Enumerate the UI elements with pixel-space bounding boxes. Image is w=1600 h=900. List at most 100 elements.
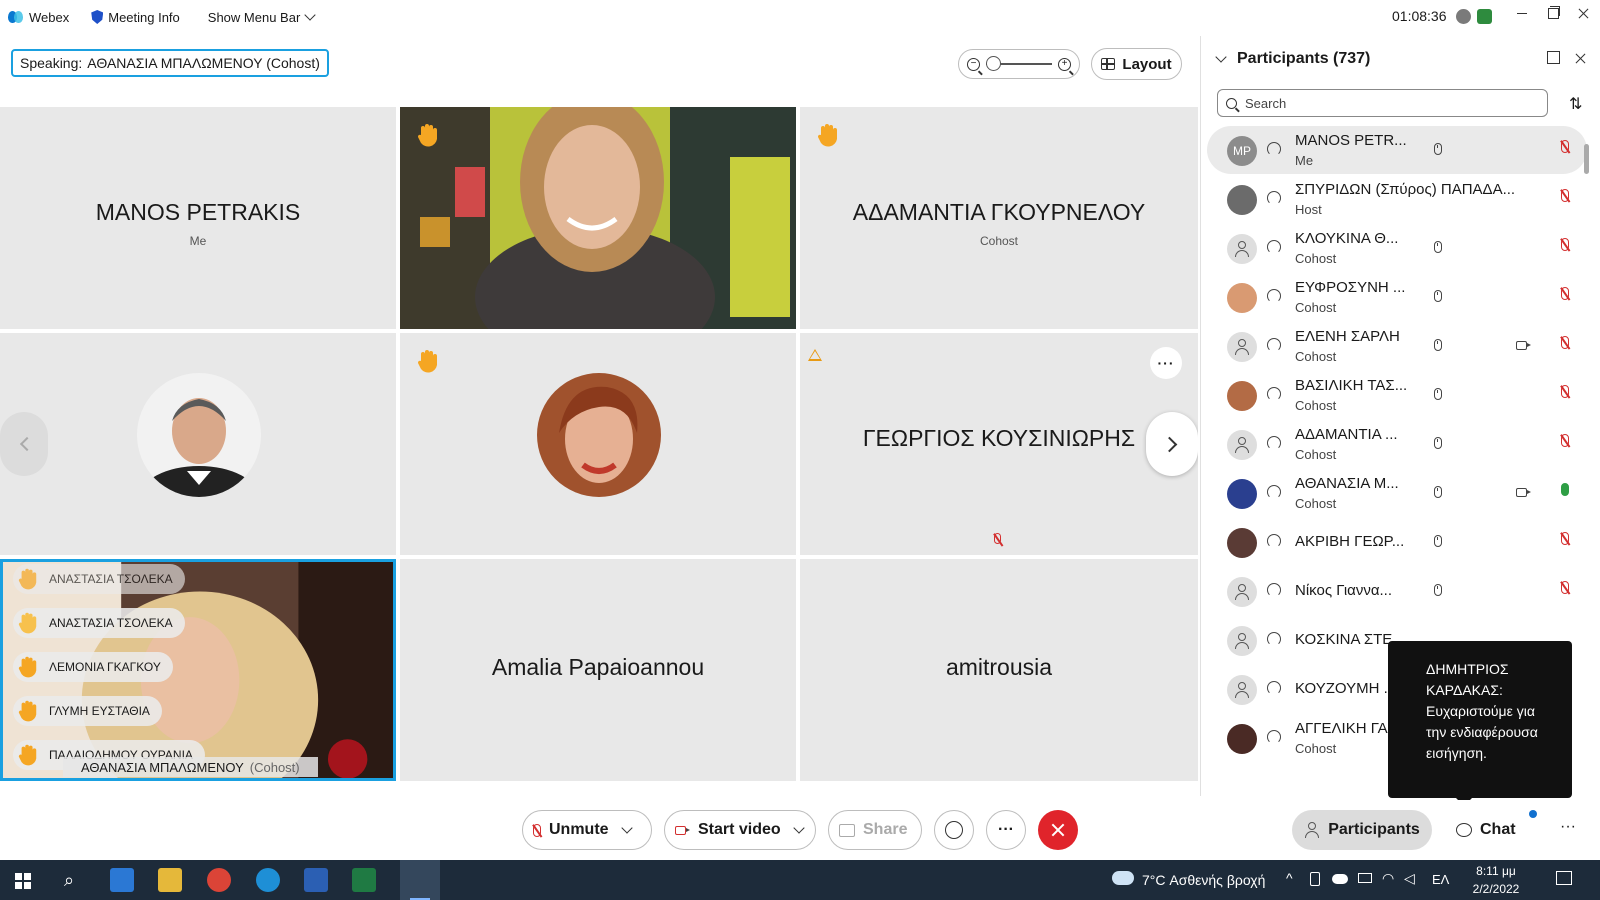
chat-button[interactable]: Chat xyxy=(1456,810,1516,850)
zoom-slider-knob[interactable] xyxy=(986,56,1001,71)
participant-row[interactable]: ΑΘΑΝΑΣΙΑ Μ... Cohost xyxy=(1207,469,1587,517)
overflow-menu-icon[interactable]: ··· xyxy=(1560,818,1576,836)
participant-list-scrollbar[interactable] xyxy=(1584,144,1589,174)
share-button[interactable]: Share xyxy=(828,810,922,850)
chrome-icon[interactable] xyxy=(207,868,231,892)
mouse-icon xyxy=(1434,241,1442,253)
participants-title: Participants (737) xyxy=(1237,50,1371,67)
video-tile-georgios[interactable]: ··· ΓΕΩΡΓΙΟΣ ΚΟΥΣΙΝΙΩΡΗΣ xyxy=(800,333,1198,555)
zoom-in-icon[interactable]: + xyxy=(1058,57,1071,71)
volume-icon[interactable]: ◁ xyxy=(1404,870,1415,887)
close-window-icon[interactable] xyxy=(1576,6,1590,20)
restore-icon[interactable] xyxy=(1546,6,1560,20)
active-mic-icon[interactable] xyxy=(1561,483,1569,496)
participants-header[interactable]: Participants (737) xyxy=(1215,50,1371,68)
video-tile-amitrousia[interactable]: amitrousia xyxy=(800,559,1198,781)
person-icon xyxy=(1234,633,1250,649)
muted-mic-icon[interactable] xyxy=(1561,581,1569,594)
leave-meeting-button[interactable] xyxy=(1038,810,1078,850)
video-tile-manos[interactable]: MANOS PETRAKIS Me xyxy=(0,107,396,329)
participant-search-input[interactable]: Search xyxy=(1217,89,1548,117)
zoom-slider[interactable] xyxy=(986,56,1052,71)
participant-role: Cohost xyxy=(1295,251,1337,266)
chat-notification-tooltip[interactable]: ΔΗΜΗΤΡΙΟΣ ΚΑΡΔΑΚΑΣ: Ευχαριστούμε για την… xyxy=(1388,641,1572,806)
more-options-button[interactable]: ··· xyxy=(986,810,1026,850)
previous-page-button[interactable] xyxy=(0,412,48,476)
avatar xyxy=(1227,528,1257,558)
participant-row[interactable]: ΑΔΑΜΑΝΤΙΑ ... Cohost xyxy=(1207,420,1587,468)
taskbar-time[interactable]: 8:11 μμ xyxy=(1466,864,1526,878)
close-panel-icon[interactable] xyxy=(1573,51,1587,65)
webex-brand[interactable]: Webex xyxy=(8,10,69,25)
unmute-button[interactable]: Unmute xyxy=(522,810,652,850)
muted-mic-icon[interactable] xyxy=(1561,287,1569,300)
chevron-down-icon[interactable] xyxy=(1215,51,1227,63)
video-tile-active-speaker[interactable]: ΑΝΑΣΤΑΣΙΑ ΤΣΟΛΕΚΑ ΑΝΑΣΤΑΣΙΑ ΤΣΟΛΕΚΑ ΛΕΜΟ… xyxy=(0,559,396,781)
participants-toggle-button[interactable]: Participants xyxy=(1292,810,1432,850)
video-tile-camera-woman[interactable] xyxy=(400,107,796,329)
video-tile-amalia[interactable]: Amalia Papaioannou xyxy=(400,559,796,781)
windows-start-icon[interactable] xyxy=(15,873,31,889)
tile-more-button[interactable]: ··· xyxy=(1150,347,1182,379)
excel-icon[interactable] xyxy=(352,868,376,892)
person-icon xyxy=(1304,822,1320,838)
zoom-out-icon[interactable]: − xyxy=(967,57,980,71)
audio-connection-icon xyxy=(1267,338,1281,352)
muted-mic-icon[interactable] xyxy=(1561,238,1569,251)
battery-icon[interactable] xyxy=(1358,873,1372,883)
muted-mic-icon[interactable] xyxy=(1561,434,1569,447)
muted-mic-icon[interactable] xyxy=(1561,140,1569,153)
minimize-icon[interactable] xyxy=(1515,6,1529,20)
avatar xyxy=(1227,626,1257,656)
notifications-icon[interactable] xyxy=(1556,871,1572,885)
participant-row[interactable]: ΣΠΥΡΙΔΩΝ (Σπύρος) ΠΑΠΑΔΑ... Host xyxy=(1207,175,1587,223)
lock-icon[interactable] xyxy=(1456,9,1471,24)
network-quality-icon[interactable] xyxy=(1477,9,1492,24)
person-icon xyxy=(1234,682,1250,698)
meeting-info-button[interactable]: Meeting Info xyxy=(91,10,180,25)
show-menu-bar-button[interactable]: Show Menu Bar xyxy=(208,9,316,25)
sort-icon[interactable]: ⇅ xyxy=(1569,94,1582,114)
search-icon[interactable]: ⌕ xyxy=(64,870,74,891)
video-tile-adamantia[interactable]: ΑΔΑΜΑΝΤΙΑ ΓΚΟΥΡΝΕΛΟΥ Cohost xyxy=(800,107,1198,329)
participant-role: Cohost xyxy=(1295,349,1337,364)
clap-icon xyxy=(17,566,39,592)
wifi-icon[interactable]: ◠ xyxy=(1382,870,1394,887)
participant-row[interactable]: MP MANOS PETR... Me xyxy=(1207,126,1587,174)
muted-mic-icon[interactable] xyxy=(1561,336,1569,349)
edge-icon[interactable] xyxy=(256,868,280,892)
participant-name: ΑΘΑΝΑΣΙΑ Μ... xyxy=(1295,475,1399,492)
participant-row[interactable]: ΚΛΟΥΚΙΝΑ Θ... Cohost xyxy=(1207,224,1587,272)
muted-mic-icon[interactable] xyxy=(1561,532,1569,545)
device-icon[interactable] xyxy=(1310,872,1320,886)
chevron-down-icon[interactable] xyxy=(793,822,805,834)
participant-row[interactable]: ΕΛΕΝΗ ΣΑΡΛΗ Cohost xyxy=(1207,322,1587,370)
layout-button[interactable]: Layout xyxy=(1091,48,1182,80)
participant-row[interactable]: ΕΥΦΡΟΣΥΝΗ ... Cohost xyxy=(1207,273,1587,321)
popout-icon[interactable] xyxy=(1547,51,1560,64)
next-page-button[interactable] xyxy=(1146,412,1198,476)
participant-name: ΣΠΥΡΙΔΩΝ (Σπύρος) ΠΑΠΑΔΑ... xyxy=(1295,181,1516,198)
chevron-up-icon[interactable]: ^ xyxy=(1286,870,1293,886)
avatar xyxy=(1227,234,1257,264)
muted-mic-icon[interactable] xyxy=(1561,385,1569,398)
participant-row[interactable]: Νίκος Γιαννα... xyxy=(1207,567,1587,615)
video-tile-avatar-man[interactable] xyxy=(0,333,396,555)
reactions-button[interactable] xyxy=(934,810,974,850)
taskbar-date[interactable]: 2/2/2022 xyxy=(1462,882,1530,896)
participant-row[interactable]: ΑΚΡΙΒΗ ΓΕΩΡ... xyxy=(1207,518,1587,566)
start-video-button[interactable]: Start video xyxy=(664,810,816,850)
input-language[interactable]: ΕΛ xyxy=(1432,872,1449,887)
video-tile-avatar-woman[interactable] xyxy=(400,333,796,555)
muted-mic-icon[interactable] xyxy=(1561,189,1569,202)
weather-text[interactable]: 7°C Ασθενής βροχή xyxy=(1142,872,1265,888)
reaction-item: ΛΕΜΟΝΙΑ ΓΚΑΓΚΟΥ xyxy=(13,652,173,682)
word-icon[interactable] xyxy=(304,868,328,892)
chevron-down-icon[interactable] xyxy=(620,822,633,834)
onedrive-icon[interactable] xyxy=(1332,874,1348,884)
file-explorer-icon[interactable] xyxy=(158,868,182,892)
participant-row[interactable]: ΒΑΣΙΛΙΚΗ ΤΑΣ... Cohost xyxy=(1207,371,1587,419)
participant-name: Νίκος Γιαννα... xyxy=(1295,582,1393,599)
mail-icon[interactable] xyxy=(110,868,134,892)
participant-name: ΚΟΥΖΟΥΜΗ ... xyxy=(1295,680,1397,697)
